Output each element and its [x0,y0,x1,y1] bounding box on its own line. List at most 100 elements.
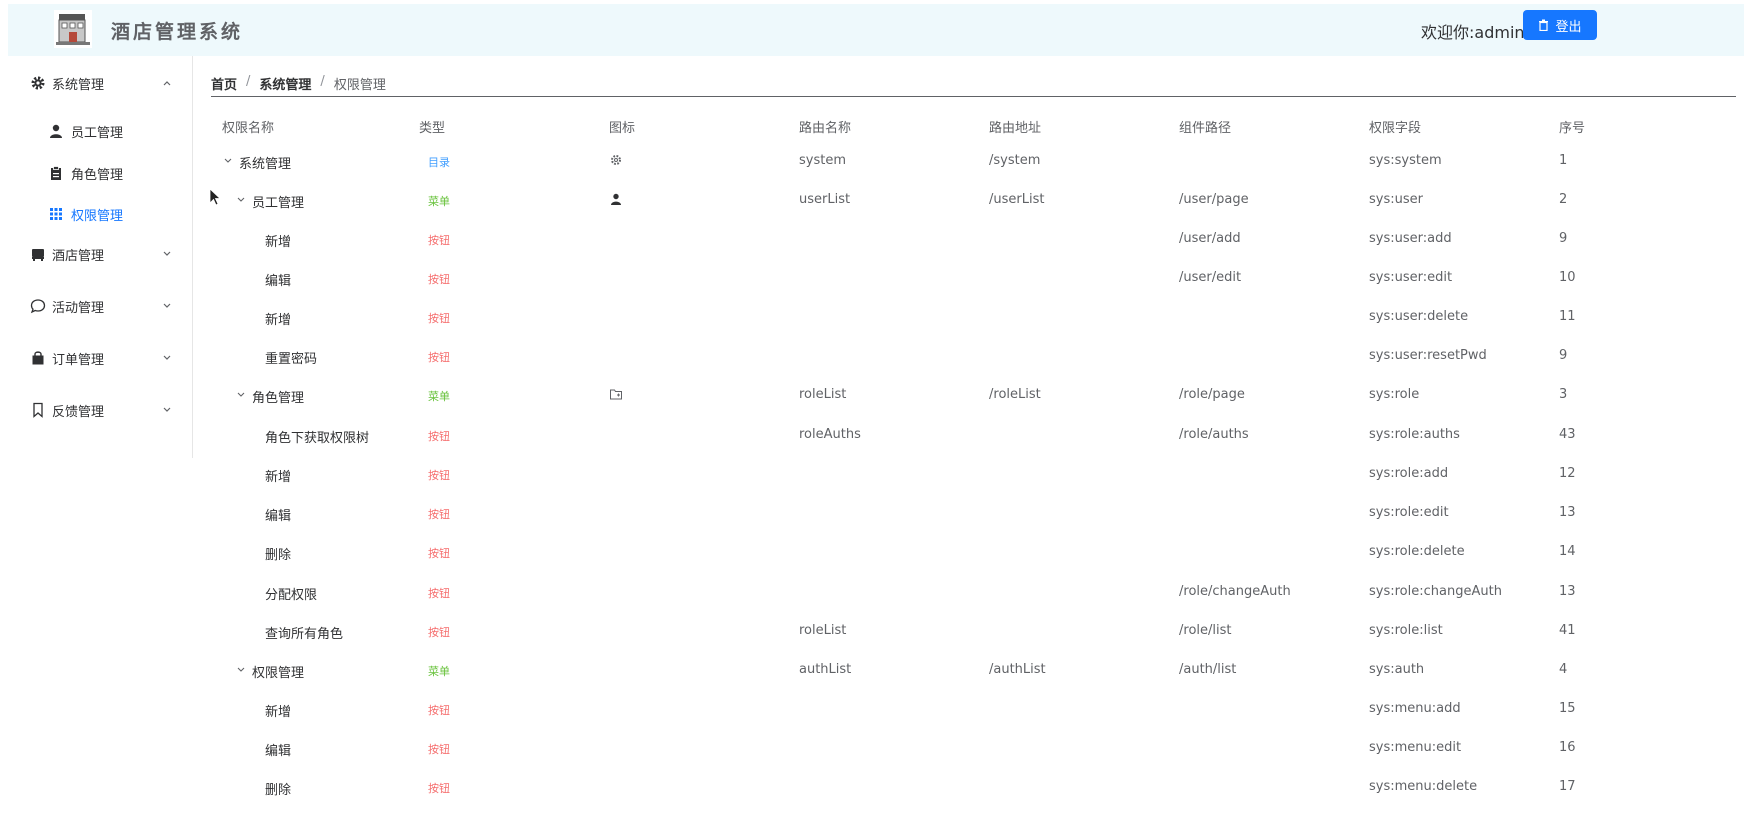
order-number: 3 [1559,387,1568,402]
permission-name: 系统管理 [239,157,292,172]
sidebar: 系统管理 员工管理 角色管理 权限管理 酒店管理 活动管理 订单管理 反馈管理 [8,56,193,458]
table-row: 分配权限 按钮/role/changeAuth sys:role:changeAut… [211,573,1736,612]
chevron-down-icon[interactable] [236,665,246,675]
logout-button[interactable]: 登出 [1523,10,1597,40]
permission-name: 新增 [265,313,292,328]
order-number: 1 [1559,153,1568,168]
table-row: 新增 按钮/user/add sys:user:add 9 [211,220,1736,259]
column-header: 路由名称 [799,121,852,136]
table-row: 角色管理 菜单 roleList/roleList/role/page sys:rol… [211,376,1736,415]
component-path: /role/page [1179,387,1245,402]
chevron-down-icon[interactable] [223,156,233,166]
chevron-down-icon [163,251,171,256]
permission-name: 新增 [265,235,292,250]
permission-name: 分配权限 [265,588,318,603]
permission-name: 新增 [265,705,292,720]
order-number: 9 [1559,348,1568,363]
route-name: system [799,153,846,168]
permission-field: sys:user:delete [1369,309,1469,324]
permission-name: 编辑 [265,744,292,759]
chevron-down-icon [163,355,171,360]
table-row: 查询所有角色 按钮 roleList/role/list sys:role:list 4… [211,612,1736,651]
order-number: 9 [1559,231,1568,246]
route-name: userList [799,192,851,207]
type-tag: 按钮 [428,351,450,364]
table-row: 删除 按钮 sys:menu:delete 17 [211,768,1736,807]
bag-icon [32,351,44,365]
sidebar-item-roles[interactable]: 角色管理 [8,153,192,193]
sidebar-item-label: 员工管理 [71,126,124,141]
type-tag: 按钮 [428,508,450,521]
column-header: 权限字段 [1369,121,1422,136]
chevron-down-icon[interactable] [236,195,246,205]
folder-icon [610,389,622,400]
column-header: 路由地址 [989,121,1042,136]
gear-icon [611,155,621,165]
table-row: 权限管理 菜单 authList/authList/auth/list sys:aut… [211,651,1736,690]
sidebar-item-permissions[interactable]: 权限管理 [8,194,192,234]
table-row: 编辑 按钮 sys:menu:edit 16 [211,729,1736,768]
sidebar-item-label: 酒店管理 [52,249,105,264]
chat-icon [30,299,46,314]
table-row: 系统管理 目录 system/system sys:system 1 [211,142,1736,181]
chevron-down-icon [163,303,171,308]
type-tag: 按钮 [428,273,450,286]
sidebar-item-system[interactable]: 系统管理 [8,63,192,103]
permission-name: 编辑 [265,274,292,289]
permission-field: sys:role:delete [1369,544,1465,559]
sidebar-item-label: 权限管理 [71,209,124,224]
hotel-logo [50,8,96,50]
type-tag: 按钮 [428,626,450,639]
table-row: 编辑 按钮/user/edit sys:user:edit 10 [211,259,1736,298]
user-icon [611,193,621,205]
sidebar-item-orders[interactable]: 订单管理 [8,338,192,378]
sidebar-item-activity[interactable]: 活动管理 [8,286,192,326]
sidebar-item-hotel[interactable]: 酒店管理 [8,234,192,274]
sidebar-item-feedback[interactable]: 反馈管理 [8,390,192,430]
permission-name: 查询所有角色 [265,627,344,642]
chevron-down-icon [163,407,171,412]
permission-field: sys:menu:delete [1369,779,1478,794]
component-path: /role/changeAuth [1179,584,1291,599]
route-name: roleList [799,623,847,638]
order-number: 16 [1559,740,1576,755]
component-path: /user/page [1179,192,1249,207]
sidebar-item-users[interactable]: 员工管理 [8,111,192,151]
breadcrumb-separator: / [320,74,325,89]
permission-name: 删除 [265,783,292,798]
permission-field: sys:menu:edit [1369,740,1462,755]
order-number: 17 [1559,779,1576,794]
sidebar-item-label: 系统管理 [52,78,105,93]
route-name: authList [799,662,852,677]
sidebar-item-label: 反馈管理 [52,405,105,420]
route-path: /roleList [989,387,1041,402]
grid-icon [50,208,62,220]
permission-field: sys:role:add [1369,466,1449,481]
permission-field: sys:user [1369,192,1423,207]
component-path: /auth/list [1179,662,1237,677]
permission-name: 编辑 [265,509,292,524]
breadcrumb: 首页 / 系统管理 / 权限管理 [211,74,386,93]
sidebar-item-label: 活动管理 [52,301,105,316]
type-tag: 按钮 [428,469,450,482]
order-number: 10 [1559,270,1576,285]
chevron-down-icon[interactable] [236,390,246,400]
breadcrumb-home[interactable]: 首页 [211,74,237,93]
permission-field: sys:role:auths [1369,427,1460,442]
route-path: /userList [989,192,1045,207]
type-tag: 按钮 [428,743,450,756]
table-row: 编辑 按钮 sys:role:edit 13 [211,494,1736,533]
breadcrumb-section[interactable]: 系统管理 [259,74,311,93]
permission-name: 员工管理 [252,196,305,211]
permission-name: 重置密码 [265,352,318,367]
permission-name: 角色下获取权限树 [265,431,370,446]
column-header: 序号 [1559,121,1586,136]
trash-icon [1539,19,1549,31]
order-number: 13 [1559,505,1576,520]
permission-field: sys:user:resetPwd [1369,348,1487,363]
sidebar-item-label: 角色管理 [71,168,124,183]
order-number: 12 [1559,466,1576,481]
breadcrumb-separator: / [246,74,251,89]
permission-field: sys:role [1369,387,1420,402]
route-path: /authList [989,662,1046,677]
